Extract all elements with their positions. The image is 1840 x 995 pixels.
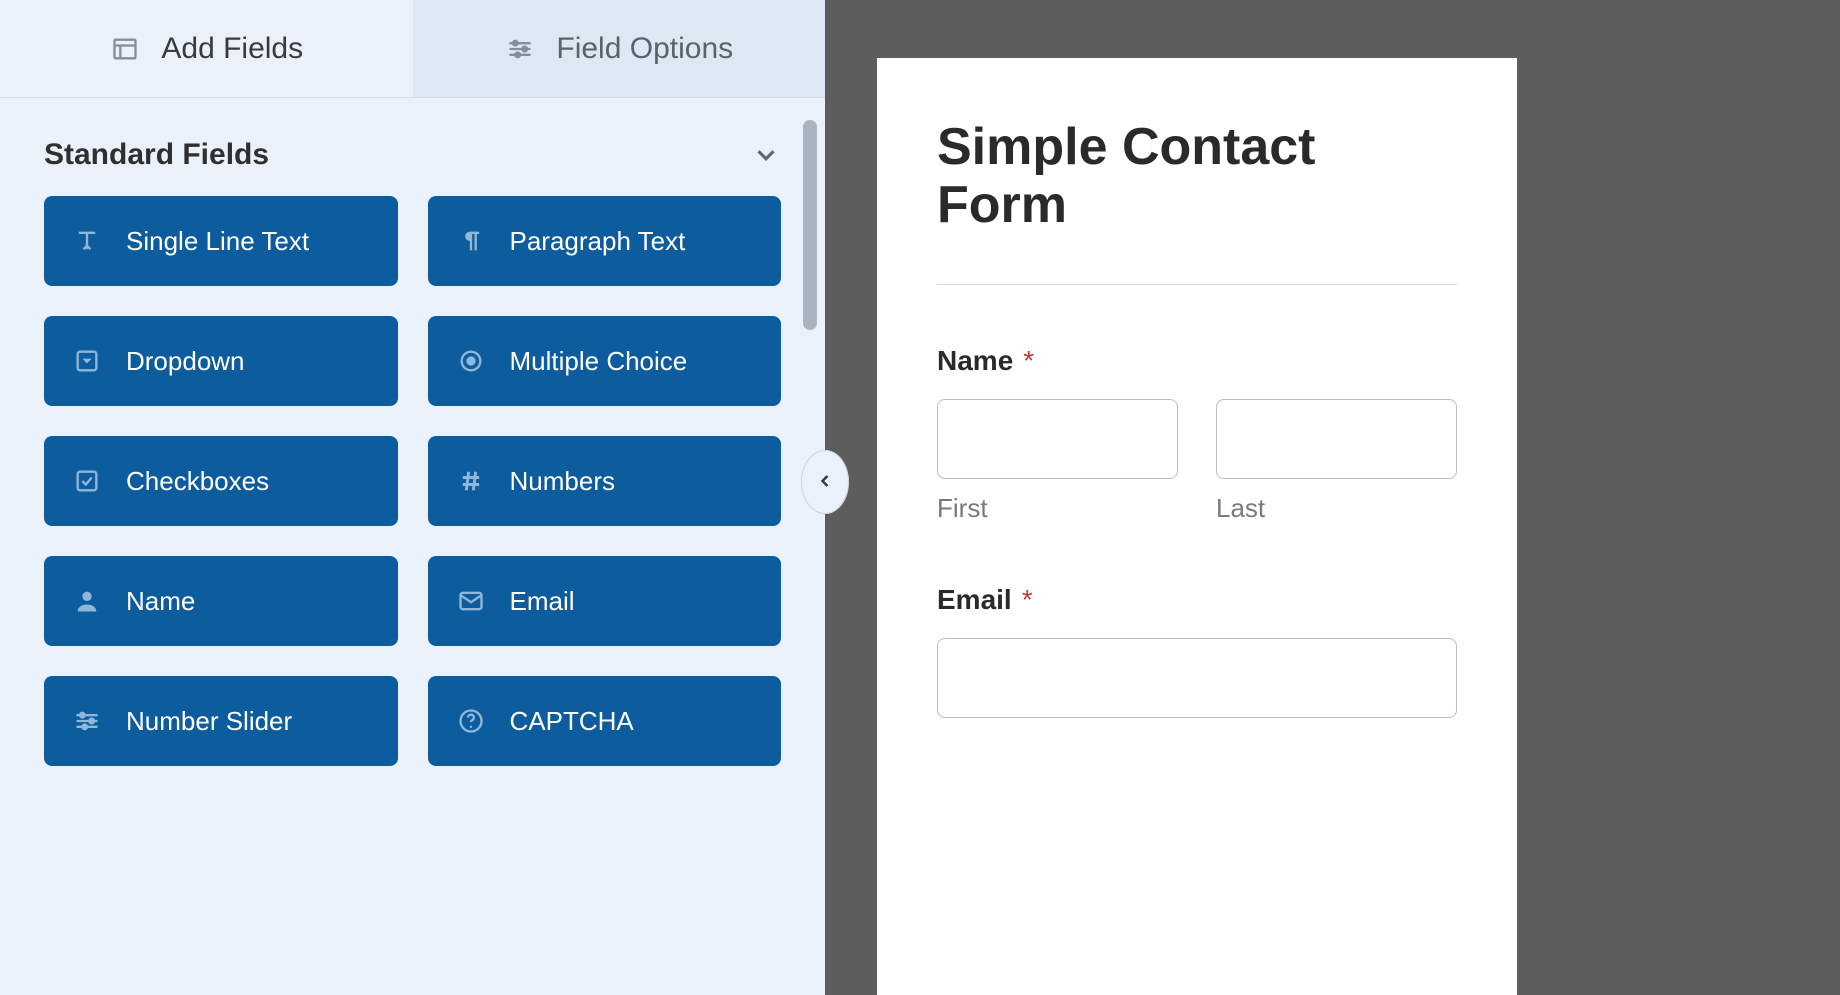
name-row: First Last [937,399,1457,524]
form-preview: Simple Contact Form Name * First Last Em… [877,58,1517,995]
scrollbar[interactable] [803,120,817,760]
field-label: Multiple Choice [510,346,688,377]
first-sublabel: First [937,493,1178,524]
field-name[interactable]: Name [44,556,398,646]
section-header[interactable]: Standard Fields [0,98,825,196]
question-circle-icon [456,706,486,736]
field-label: CAPTCHA [510,706,634,737]
text-cursor-icon [72,226,102,256]
field-label: Single Line Text [126,226,309,257]
radio-icon [456,346,486,376]
first-name-input[interactable] [937,399,1178,479]
last-sublabel: Last [1216,493,1457,524]
field-single-line-text[interactable]: Single Line Text [44,196,398,286]
paragraph-icon [456,226,486,256]
field-label: Checkboxes [126,466,269,497]
field-grid: Single Line Text Paragraph Text Dropdown… [0,196,825,806]
field-label: Number Slider [126,706,292,737]
dropdown-icon [72,346,102,376]
tab-label: Field Options [556,32,733,66]
checkbox-icon [72,466,102,496]
last-name-input[interactable] [1216,399,1457,479]
sidebar: Add Fields Field Options Standard Fields… [0,0,825,995]
tab-label: Add Fields [161,32,303,66]
field-label: Numbers [510,466,615,497]
hash-icon [456,466,486,496]
chevron-down-icon [751,140,781,170]
tabs: Add Fields Field Options [0,0,825,98]
required-mark: * [1022,584,1033,616]
chevron-left-icon [815,467,835,498]
form-fields-icon [109,33,141,65]
tab-add-fields[interactable]: Add Fields [0,0,413,97]
divider [937,284,1457,285]
field-numbers[interactable]: Numbers [428,436,782,526]
field-dropdown[interactable]: Dropdown [44,316,398,406]
form-title: Simple Contact Form [937,118,1457,234]
email-label: Email * [937,584,1457,616]
canvas: Simple Contact Form Name * First Last Em… [825,0,1840,995]
field-multiple-choice[interactable]: Multiple Choice [428,316,782,406]
sliders-icon [72,706,102,736]
name-label: Name * [937,345,1457,377]
section-title: Standard Fields [44,138,269,172]
collapse-handle[interactable] [801,450,849,514]
field-captcha[interactable]: CAPTCHA [428,676,782,766]
envelope-icon [456,586,486,616]
sliders-icon [504,33,536,65]
field-label: Email [510,586,575,617]
field-email[interactable]: Email [428,556,782,646]
field-number-slider[interactable]: Number Slider [44,676,398,766]
field-paragraph-text[interactable]: Paragraph Text [428,196,782,286]
scrollbar-thumb[interactable] [803,120,817,330]
email-input[interactable] [937,638,1457,718]
field-label: Name [126,586,195,617]
field-label: Paragraph Text [510,226,686,257]
field-label: Dropdown [126,346,245,377]
field-checkboxes[interactable]: Checkboxes [44,436,398,526]
user-icon [72,586,102,616]
required-mark: * [1023,345,1034,377]
tab-field-options[interactable]: Field Options [413,0,826,97]
